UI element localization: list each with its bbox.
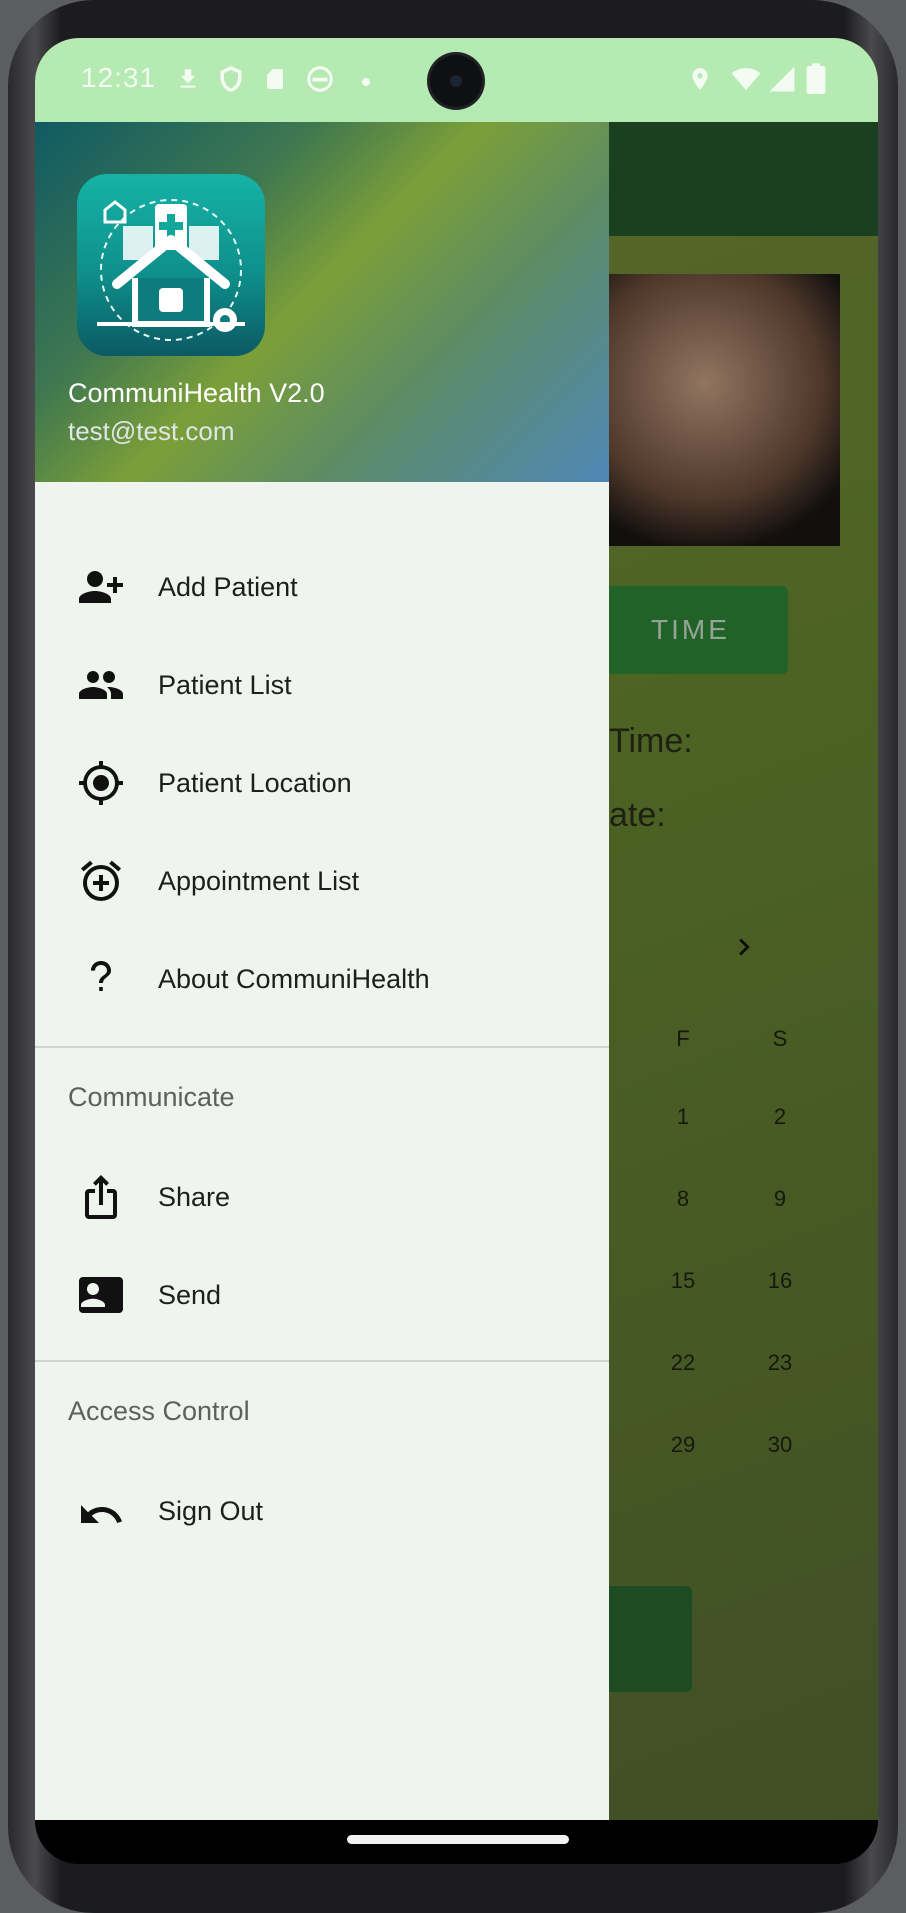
divider (35, 1046, 609, 1048)
question-mark-icon (77, 955, 125, 1003)
app-notification-icon (305, 64, 335, 99)
menu-item-share[interactable]: Share (35, 1148, 609, 1246)
menu-item-label: Share (158, 1182, 231, 1212)
menu-item-label: Appointment List (158, 866, 360, 896)
menu-item-add-patient[interactable]: Add Patient (35, 538, 609, 636)
undo-icon (77, 1487, 125, 1535)
wifi-icon (729, 64, 763, 99)
menu-item-label: Send (158, 1280, 222, 1310)
sd-card-icon (263, 64, 287, 99)
my-location-icon (77, 759, 125, 807)
app-logo-icon (77, 174, 265, 356)
app-name: CommuniHealth V2.0 (68, 378, 325, 408)
user-email: test@test.com (68, 416, 235, 446)
menu-item-label: About CommuniHealth (158, 964, 430, 994)
share-icon (77, 1173, 125, 1221)
front-camera (430, 55, 482, 107)
download-icon (175, 64, 201, 99)
add-person-icon (77, 563, 125, 611)
menu-item-patient-location[interactable]: Patient Location (35, 734, 609, 832)
menu-item-patient-list[interactable]: Patient List (35, 636, 609, 734)
drawer-header: CommuniHealth V2.0 test@test.com (35, 122, 609, 482)
divider (35, 1360, 609, 1362)
location-icon (687, 64, 713, 99)
contact-mail-icon (77, 1271, 125, 1319)
home-gesture-handle[interactable] (347, 1835, 569, 1844)
alarm-add-icon (77, 857, 125, 905)
menu-item-about[interactable]: About CommuniHealth (35, 930, 609, 1028)
menu-item-label: Patient Location (158, 768, 352, 798)
section-title-access-control: Access Control (68, 1396, 250, 1426)
menu-item-label: Sign Out (158, 1496, 264, 1526)
group-icon (77, 661, 125, 709)
section-title-communicate: Communicate (68, 1082, 235, 1112)
navigation-drawer: CommuniHealth V2.0 test@test.com Add Pat… (35, 122, 609, 1820)
battery-icon (805, 62, 827, 99)
shield-icon (217, 64, 245, 99)
menu-item-appointment-list[interactable]: Appointment List (35, 832, 609, 930)
menu-item-sign-out[interactable]: Sign Out (35, 1462, 609, 1560)
status-time: 12:31 (81, 62, 157, 93)
menu-item-send[interactable]: Send (35, 1246, 609, 1344)
menu-item-label: Patient List (158, 670, 292, 700)
dot-icon (362, 78, 370, 86)
screen: TIME Time: ate: F S 1 2 8 9 15 16 22 23 … (35, 38, 878, 1864)
status-bar: 12:31 (35, 38, 878, 122)
signal-icon (767, 64, 797, 99)
menu-item-label: Add Patient (158, 572, 298, 602)
